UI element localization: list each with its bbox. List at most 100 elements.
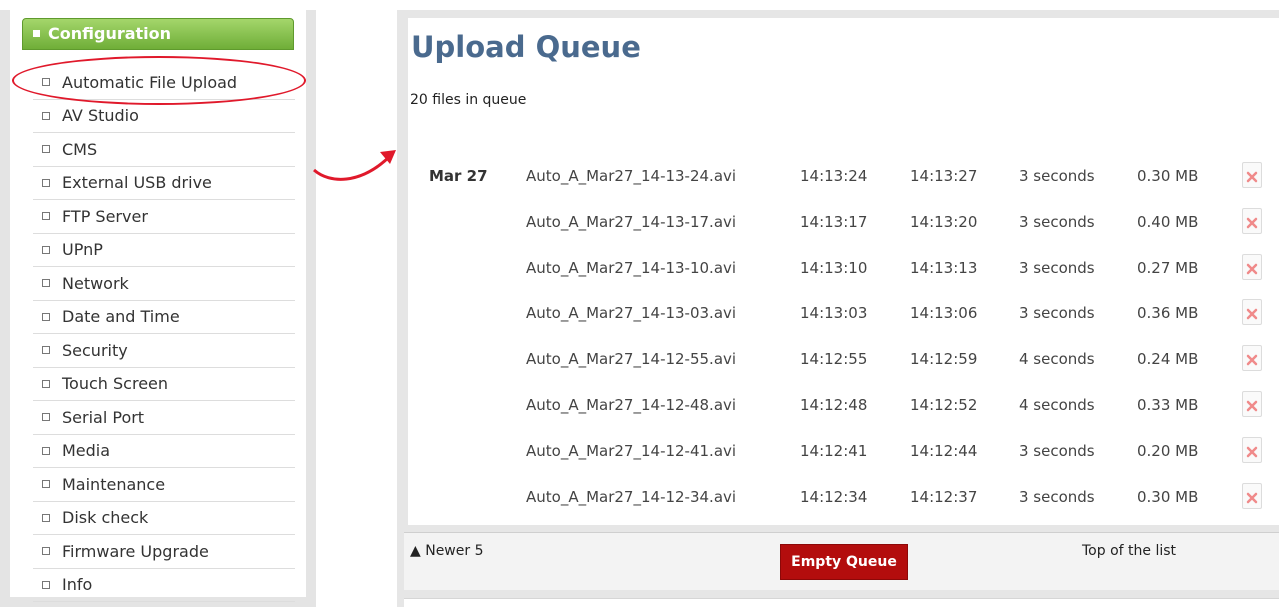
duration: 3 seconds	[1019, 441, 1095, 460]
sidebar-item[interactable]: Media	[33, 435, 295, 468]
table-row: Auto_A_Mar27_14-12-34.avi 14:12:34 14:12:3…	[408, 474, 1279, 520]
highlight-ellipse	[12, 56, 306, 105]
bullet-icon	[42, 346, 50, 355]
table-row: Auto_A_Mar27_14-13-17.avi 14:13:17 14:13:2…	[408, 199, 1279, 245]
file-name: Auto_A_Mar27_14-12-41.avi	[526, 441, 737, 460]
bullet-icon	[42, 178, 50, 187]
sidebar-item[interactable]: External USB drive	[33, 167, 295, 200]
sidebar-item-label: Serial Port	[62, 407, 145, 427]
sidebar-item-label: Info	[62, 575, 93, 595]
bullet-icon	[42, 580, 50, 589]
table-row: Auto_A_Mar27_14-12-48.avi 14:12:48 14:12:5…	[408, 382, 1279, 428]
file-size: 0.36 MB	[1137, 304, 1199, 323]
sidebar-item[interactable]: Serial Port	[33, 401, 295, 435]
header-square-icon	[33, 30, 40, 37]
sidebar-item-label: Network	[62, 273, 129, 293]
end-time: 14:12:52	[910, 396, 978, 414]
end-time: 14:13:13	[910, 258, 978, 277]
curved-arrow-icon	[313, 150, 396, 181]
sidebar-menu: Automatic File Upload AV Studio CMS Externa…	[33, 66, 295, 602]
sidebar-item[interactable]: Network	[33, 267, 295, 301]
table-row: Mar 27 Auto_A_Mar27_14-13-24.avi 14:13:24 1…	[408, 153, 1279, 199]
table-row: Auto_A_Mar27_14-13-10.avi 14:13:10 14:13:1…	[408, 245, 1279, 291]
bullet-icon	[42, 513, 50, 522]
file-name: Auto_A_Mar27_14-13-10.avi	[526, 258, 737, 277]
delete-file-icon[interactable]	[1242, 162, 1262, 188]
duration: 3 seconds	[1019, 258, 1095, 277]
sidebar-item-label: Touch Screen	[62, 374, 169, 394]
sidebar-item[interactable]: UPnP	[33, 234, 295, 267]
file-name: Auto_A_Mar27_14-12-48.avi	[526, 396, 737, 414]
bullet-icon	[42, 312, 50, 321]
duration: 3 seconds	[1019, 167, 1095, 185]
file-size: 0.33 MB	[1137, 396, 1199, 414]
file-name: Auto_A_Mar27_14-13-03.avi	[526, 304, 737, 323]
file-size: 0.27 MB	[1137, 258, 1199, 277]
delete-file-icon[interactable]	[1242, 253, 1262, 280]
sidebar-item-label: Maintenance	[62, 474, 166, 494]
top-of-list-link[interactable]: Top of the list	[1082, 543, 1176, 559]
delete-file-icon[interactable]	[1242, 391, 1262, 417]
duration: 4 seconds	[1019, 350, 1095, 369]
bullet-icon	[42, 480, 50, 489]
start-time: 14:13:10	[800, 258, 868, 277]
duration: 3 seconds	[1019, 212, 1095, 231]
file-size: 0.40 MB	[1137, 212, 1199, 231]
bullet-icon	[42, 446, 50, 455]
sidebar-item[interactable]: Firmware Upgrade	[33, 535, 295, 569]
bullet-icon	[42, 245, 50, 254]
file-name: Auto_A_Mar27_14-13-17.avi	[526, 212, 737, 231]
table-row: Auto_A_Mar27_14-12-55.avi 14:12:55 14:12:5…	[408, 336, 1279, 382]
sidebar-item-label: UPnP	[62, 240, 103, 260]
bullet-icon	[42, 413, 50, 422]
sidebar-item[interactable]: Maintenance	[33, 468, 295, 502]
end-time: 14:13:06	[910, 304, 978, 323]
sidebar-item[interactable]: Date and Time	[33, 301, 295, 334]
table-row: Auto_A_Mar27_14-12-41.avi 14:12:41 14:12:4…	[408, 428, 1279, 474]
delete-file-icon[interactable]	[1242, 345, 1262, 372]
configuration-header[interactable]: Configuration	[22, 18, 294, 50]
empty-queue-button[interactable]: Empty Queue	[780, 544, 908, 580]
start-time: 14:12:41	[800, 441, 868, 460]
file-size: 0.30 MB	[1137, 167, 1199, 185]
sidebar-item[interactable]: Info	[33, 569, 295, 602]
start-time: 14:12:55	[800, 350, 868, 369]
end-time: 14:12:44	[910, 441, 978, 460]
sidebar-item-label: CMS	[62, 139, 98, 159]
table-row: Auto_A_Mar27_14-13-03.avi 14:13:03 14:13:0…	[408, 290, 1279, 336]
bullet-icon	[42, 279, 50, 288]
delete-file-icon[interactable]	[1242, 299, 1262, 326]
newer-link[interactable]: ▲ Newer 5	[410, 543, 483, 559]
file-name: Auto_A_Mar27_14-13-24.avi	[526, 167, 737, 185]
sidebar-item-label: Date and Time	[62, 307, 180, 327]
start-time: 14:12:48	[800, 396, 868, 414]
sidebar-item-label: FTP Server	[62, 206, 148, 226]
bottom-strip	[404, 598, 1279, 607]
sidebar-item-label: Media	[62, 441, 111, 461]
start-time: 14:13:24	[800, 167, 868, 185]
bullet-icon	[42, 547, 50, 556]
delete-file-icon[interactable]	[1242, 482, 1262, 509]
end-time: 14:12:59	[910, 350, 978, 369]
sidebar-item[interactable]: FTP Server	[33, 200, 295, 234]
delete-file-icon[interactable]	[1242, 436, 1262, 463]
sidebar-item[interactable]: Security	[33, 334, 295, 368]
file-name: Auto_A_Mar27_14-12-55.avi	[526, 350, 737, 369]
sidebar-item-label: External USB drive	[62, 173, 212, 193]
end-time: 14:13:27	[910, 167, 978, 185]
configuration-header-label: Configuration	[48, 24, 172, 43]
end-time: 14:13:20	[910, 212, 978, 231]
sidebar-item-label: Firmware Upgrade	[62, 541, 209, 561]
bullet-icon	[42, 212, 50, 221]
bullet-icon	[42, 145, 50, 154]
sidebar-item[interactable]: CMS	[33, 133, 295, 167]
sidebar-item-label: AV Studio	[62, 106, 139, 126]
duration: 3 seconds	[1019, 487, 1095, 506]
delete-file-icon[interactable]	[1242, 207, 1262, 234]
file-name: Auto_A_Mar27_14-12-34.avi	[526, 487, 737, 506]
start-time: 14:12:34	[800, 487, 868, 506]
sidebar-item[interactable]: Disk check	[33, 502, 295, 535]
date-group: Mar 27	[429, 167, 488, 185]
file-size: 0.20 MB	[1137, 441, 1199, 460]
sidebar-item[interactable]: Touch Screen	[33, 368, 295, 401]
